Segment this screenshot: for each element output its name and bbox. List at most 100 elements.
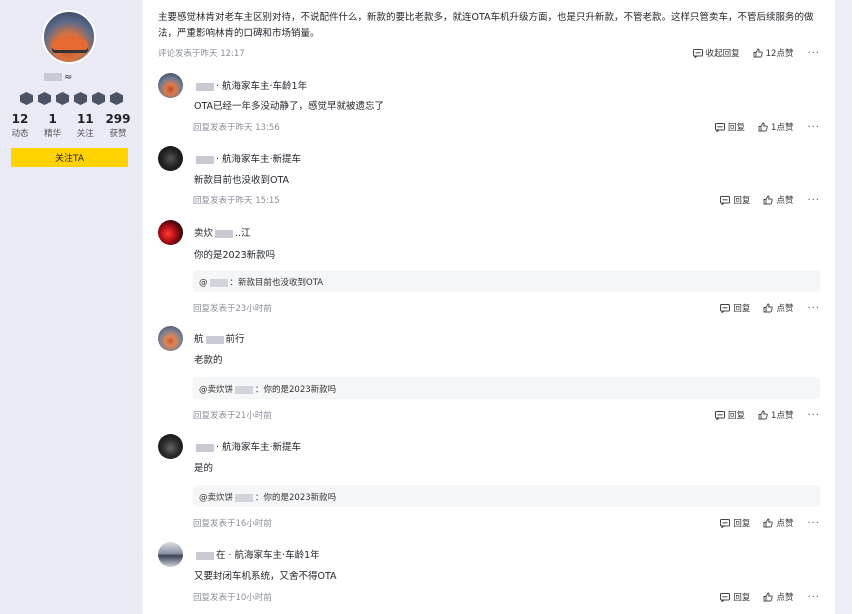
comment-author[interactable]: 卖炊 ..江 bbox=[194, 225, 251, 239]
quote-mention: @卖炊饼 bbox=[199, 385, 234, 395]
quoted-reply[interactable]: @卖炊饼 ：你的是2023新款吗 bbox=[193, 485, 820, 507]
profile-stats: 12 动态 1 精华 11 关注 299 获赞 bbox=[4, 112, 134, 139]
collapse-replies-button[interactable]: 收起回复 bbox=[692, 47, 740, 59]
comment-time: 回复发表于昨天 15:15 bbox=[193, 196, 280, 206]
user-avatar[interactable] bbox=[158, 434, 183, 459]
more-icon[interactable]: ··· bbox=[807, 48, 820, 59]
author-meta: 前行 bbox=[225, 334, 245, 345]
user-avatar[interactable] bbox=[158, 220, 183, 245]
quote-text: ：你的是2023新款吗 bbox=[255, 493, 337, 503]
like-button[interactable]: 1点赞 bbox=[758, 121, 793, 133]
like-label: 12点赞 bbox=[765, 49, 794, 59]
follow-button[interactable]: 关注TA bbox=[11, 148, 128, 167]
badge-icon[interactable] bbox=[38, 92, 51, 105]
comment-time: 回复发表于23小时前 bbox=[193, 304, 272, 314]
comment-author[interactable]: 在 · 航海家车主·车龄1年 bbox=[194, 547, 320, 561]
comment-meta: 回复发表于21小时前 回复 1点赞 ··· bbox=[193, 409, 820, 423]
comment-meta: 回复发表于23小时前 回复 点赞 ··· bbox=[193, 302, 820, 316]
comment-actions: 回复 1点赞 ··· bbox=[702, 121, 820, 133]
stat-number: 11 bbox=[76, 112, 94, 126]
reply-button[interactable]: 回复 bbox=[720, 194, 750, 206]
comment-icon bbox=[692, 48, 703, 58]
comment-text: 新款目前也没收到OTA bbox=[194, 175, 290, 186]
reply-label: 回复 bbox=[733, 519, 751, 529]
redacted-mark bbox=[196, 551, 214, 560]
reply-button[interactable]: 回复 bbox=[720, 517, 750, 529]
profile-nickname[interactable]: ≈ bbox=[42, 72, 98, 83]
stat-likes[interactable]: 299 获赞 bbox=[102, 112, 134, 139]
redacted-mark bbox=[215, 229, 234, 238]
reply-button[interactable]: 回复 bbox=[715, 121, 745, 133]
badge-row bbox=[20, 92, 123, 105]
comment-actions: 回复 点赞 ··· bbox=[707, 194, 820, 206]
thumbs-up-icon bbox=[753, 48, 763, 58]
stat-following[interactable]: 11 关注 bbox=[69, 112, 101, 139]
reply-button[interactable]: 回复 bbox=[720, 302, 750, 314]
redacted-mark bbox=[196, 155, 214, 164]
like-label: 1点赞 bbox=[771, 411, 794, 421]
thumbs-up-icon bbox=[758, 410, 768, 420]
reply-button[interactable]: 回复 bbox=[720, 591, 750, 603]
comment-author[interactable]: · 航海家车主·新提车 bbox=[194, 151, 301, 165]
stat-label: 动态 bbox=[11, 129, 29, 139]
comment-author[interactable]: 航 前行 bbox=[194, 331, 245, 345]
badge-icon[interactable] bbox=[20, 92, 33, 105]
like-button[interactable]: 点赞 bbox=[763, 194, 793, 206]
quote-text: ：你的是2023新款吗 bbox=[255, 385, 337, 395]
comment-icon bbox=[715, 410, 726, 420]
comment-text: 老款的 bbox=[194, 355, 223, 366]
quoted-reply[interactable]: @ ：新款目前也没收到OTA bbox=[193, 270, 820, 292]
stat-posts[interactable]: 12 动态 bbox=[4, 112, 36, 139]
user-avatar[interactable] bbox=[158, 326, 183, 351]
user-avatar[interactable] bbox=[158, 73, 183, 98]
comment-text: OTA已经一年多没动静了，感觉早就被遗忘了 bbox=[194, 101, 385, 112]
badge-icon[interactable] bbox=[56, 92, 69, 105]
like-button[interactable]: 1点赞 bbox=[758, 409, 793, 421]
profile-avatar[interactable] bbox=[42, 10, 96, 64]
badge-icon[interactable] bbox=[110, 92, 123, 105]
stat-featured[interactable]: 1 精华 bbox=[37, 112, 69, 139]
comment-time: 回复发表于21小时前 bbox=[193, 411, 272, 421]
thumbs-up-icon bbox=[758, 122, 768, 132]
comment-author[interactable]: · 航海家车主·车龄1年 bbox=[194, 78, 307, 92]
like-label: 点赞 bbox=[776, 593, 794, 603]
more-icon[interactable]: ··· bbox=[807, 518, 820, 529]
like-label: 点赞 bbox=[776, 304, 794, 314]
like-button[interactable]: 点赞 bbox=[763, 517, 793, 529]
more-icon[interactable]: ··· bbox=[807, 195, 820, 206]
like-label: 1点赞 bbox=[771, 123, 794, 133]
like-button[interactable]: 点赞 bbox=[763, 302, 793, 314]
comment-actions: 回复 点赞 ··· bbox=[707, 302, 820, 314]
like-button[interactable]: 点赞 bbox=[763, 591, 793, 603]
quoted-reply[interactable]: @卖炊饼 ：你的是2023新款吗 bbox=[193, 377, 820, 399]
profile-panel: ≈ 12 动态 1 精华 11 关注 299 获赞 关注TA bbox=[0, 0, 140, 614]
author-name: 卖炊 bbox=[194, 228, 214, 239]
reply-label: 回复 bbox=[733, 593, 751, 603]
comment-meta: 回复发表于昨天 13:56 回复 1点赞 ··· bbox=[193, 121, 820, 135]
quote-mention: @卖炊饼 bbox=[199, 493, 234, 503]
comment-actions: 回复 点赞 ··· bbox=[707, 591, 820, 603]
like-button[interactable]: 12点赞 bbox=[753, 47, 794, 59]
more-icon[interactable]: ··· bbox=[807, 122, 820, 133]
reply-button[interactable]: 回复 bbox=[715, 409, 745, 421]
redacted-mark bbox=[235, 493, 254, 502]
badge-icon[interactable] bbox=[74, 92, 87, 105]
user-avatar[interactable] bbox=[158, 542, 183, 567]
reply-label: 回复 bbox=[728, 411, 746, 421]
comment-time: 回复发表于昨天 13:56 bbox=[193, 123, 280, 133]
thumbs-up-icon bbox=[763, 592, 774, 602]
more-icon[interactable]: ··· bbox=[807, 410, 820, 421]
nickname-text: ≈ bbox=[64, 72, 73, 83]
more-icon[interactable]: ··· bbox=[807, 592, 820, 603]
author-meta: 在 · 航海家车主·车龄1年 bbox=[216, 550, 320, 561]
comment-meta: 回复发表于10小时前 回复 点赞 ··· bbox=[193, 591, 820, 605]
stat-number: 12 bbox=[11, 112, 29, 126]
reply-label: 收起回复 bbox=[705, 49, 740, 59]
comment-icon bbox=[720, 518, 731, 528]
more-icon[interactable]: ··· bbox=[807, 303, 820, 314]
user-avatar[interactable] bbox=[158, 146, 183, 171]
thumbs-up-icon bbox=[763, 195, 774, 205]
redacted-mark bbox=[235, 385, 254, 394]
badge-icon[interactable] bbox=[92, 92, 105, 105]
comment-author[interactable]: · 航海家车主·新提车 bbox=[194, 439, 301, 453]
